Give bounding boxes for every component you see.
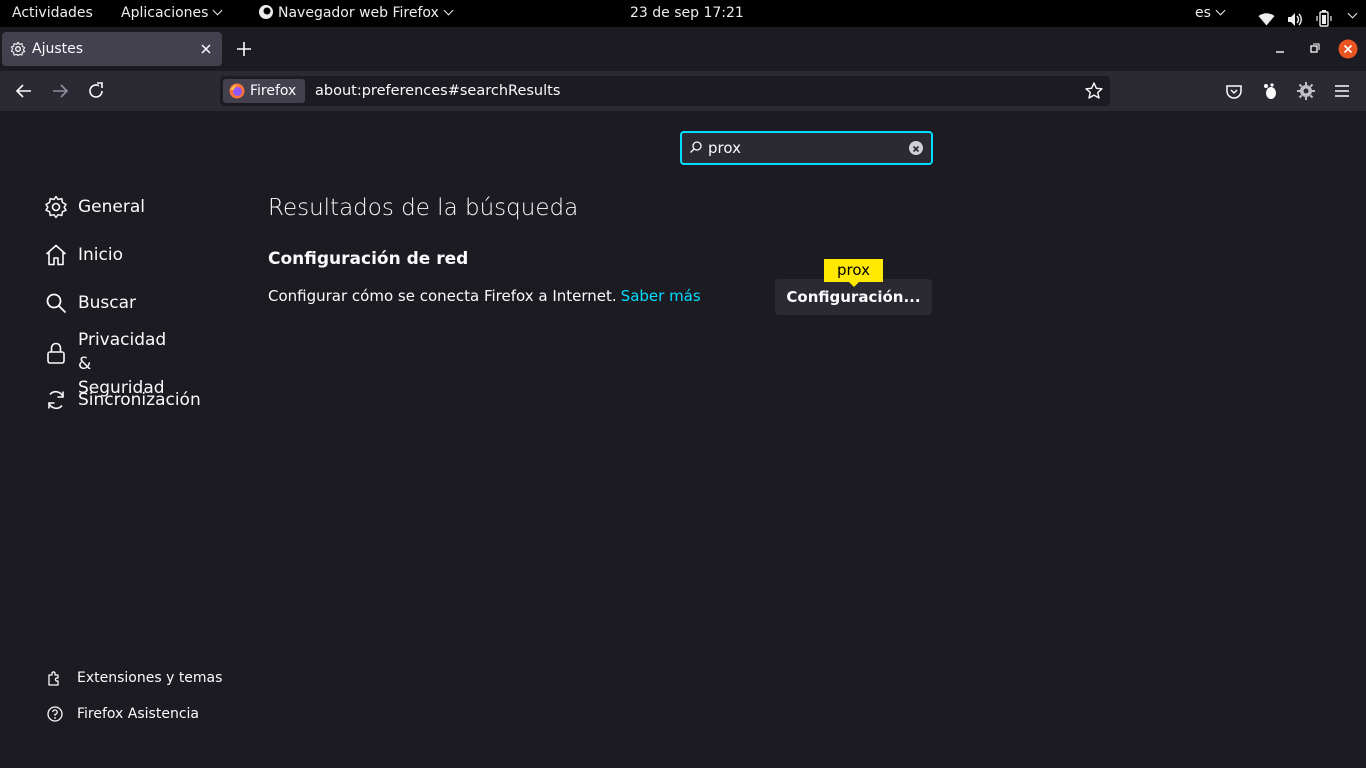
preferences-search-input[interactable]: prox [680,131,933,165]
gear-icon [10,41,26,57]
sidebar-item-label: Sincronización [78,390,201,410]
tab-settings[interactable]: Ajustes [2,32,222,66]
maximize-icon[interactable] [1304,39,1324,59]
chevron-down-icon [1215,5,1226,16]
search-value: prox [708,139,741,157]
applications-label: Aplicaciones [121,5,209,21]
app-name-label: Navegador web Firefox [278,5,439,21]
url-text[interactable]: about:preferences#searchResults [315,76,560,106]
forward-icon[interactable] [50,81,70,101]
hamburger-menu-icon[interactable] [1332,81,1352,101]
system-top-bar: Actividades Aplicaciones Navegador web F… [0,0,1366,27]
extensions-themes-label: Extensiones y temas [77,670,223,686]
search-icon [690,141,702,153]
identity-box[interactable]: Firefox [223,79,305,103]
bookmark-star-icon[interactable] [1084,81,1104,101]
lock-icon [47,342,65,364]
sidebar-item-label: Buscar [78,293,137,313]
identity-label: Firefox [250,83,297,99]
reload-icon[interactable] [86,81,106,101]
sidebar-item-label: General [78,197,145,217]
network-settings-heading: Configuración de red [268,249,469,269]
learn-more-link[interactable]: Saber más [621,287,701,305]
firefox-icon [259,5,273,19]
tab-title: Ajustes [32,41,84,57]
extension-gnome-icon[interactable] [1260,81,1280,101]
network-settings-description: Configurar cómo se conecta Firefox a Int… [268,287,701,305]
firefox-logo-icon [229,83,245,99]
applications-menu[interactable]: Aplicaciones [121,0,223,27]
url-bar[interactable]: Firefox about:preferences#searchResults [220,76,1110,106]
home-icon [45,244,67,266]
close-window-icon[interactable] [1338,39,1358,59]
navigation-toolbar: Firefox about:preferences#searchResults [0,71,1366,111]
preferences-page: prox General Inicio Buscar Privacidad & … [0,111,1366,768]
sidebar-item-label: Inicio [78,245,123,265]
minimize-icon[interactable] [1270,39,1290,59]
description-text: Configurar cómo se conecta Firefox a Int… [268,287,617,305]
chevron-down-icon [443,5,454,16]
app-menu[interactable]: Navegador web Firefox [258,0,454,27]
search-highlight-tooltip: prox [824,259,883,287]
chevron-down-icon [213,5,223,16]
gear-icon [45,195,67,219]
activities-button[interactable]: Actividades [12,0,93,27]
extension-gear-icon[interactable] [1296,81,1316,101]
search-results-heading: Resultados de la búsqueda [268,195,579,221]
clock[interactable]: 23 de sep 17:21 [630,0,744,27]
help-icon [47,706,63,722]
clear-search-icon[interactable] [909,141,923,155]
search-icon [46,293,67,314]
language-label: es [1195,5,1211,21]
puzzle-icon [48,671,59,686]
tab-strip: Ajustes [0,27,1366,71]
close-tab-icon[interactable] [198,41,214,57]
system-menu-chevron-icon[interactable] [1347,8,1358,19]
firefox-support-label: Firefox Asistencia [77,706,199,722]
new-tab-icon[interactable] [233,38,255,60]
back-icon[interactable] [14,81,34,101]
pocket-icon[interactable] [1224,81,1244,101]
language-selector[interactable]: es [1195,0,1226,27]
sync-icon [48,390,64,410]
